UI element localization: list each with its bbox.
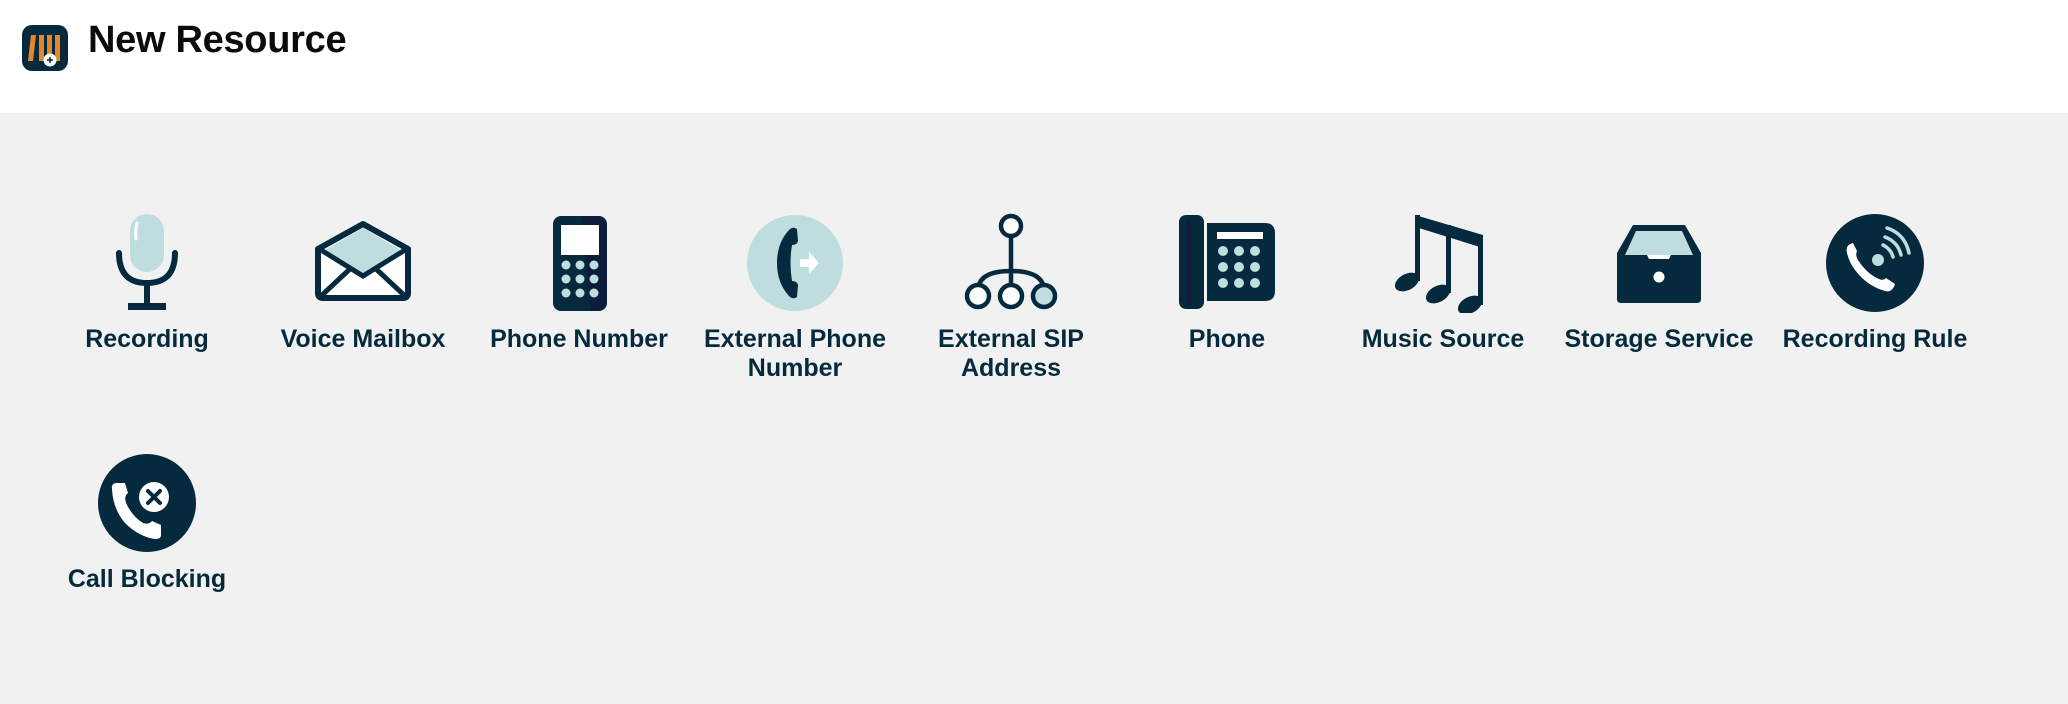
mobile-phone-icon <box>553 216 607 311</box>
desk-phone-icon <box>1179 215 1275 309</box>
page-header: New Resource <box>0 0 2068 113</box>
resource-label: Storage Service <box>1564 325 1754 353</box>
resource-tile-voice-mailbox[interactable]: Voice Mailbox <box>255 213 471 354</box>
resource-label: Voice Mailbox <box>280 325 446 353</box>
microphone-icon <box>116 214 178 310</box>
resource-label: External Phone Number <box>704 325 886 382</box>
resource-tile-music-source[interactable]: Music Source <box>1335 213 1551 354</box>
phone-forward-icon <box>747 215 843 311</box>
resource-label: Phone Number <box>490 325 668 353</box>
music-notes-icon <box>1394 215 1483 313</box>
resource-tile-external-sip-address[interactable]: External SIP Address <box>903 213 1119 383</box>
resource-label: Music Source <box>1361 325 1525 353</box>
resource-tile-call-blocking[interactable]: Call Blocking <box>39 453 255 594</box>
page-title: New Resource <box>88 19 347 61</box>
resource-label: External SIP Address <box>938 325 1084 382</box>
envelope-open-icon <box>315 221 411 301</box>
resource-tile-recording-rule[interactable]: Recording Rule <box>1767 213 1983 354</box>
resource-tile-storage-service[interactable]: Storage Service <box>1551 213 1767 354</box>
resource-grid: Recording Voice Mailbox Phone Number Ext… <box>39 113 2068 704</box>
resource-label: Call Blocking <box>67 565 227 593</box>
resource-tile-recording[interactable]: Recording <box>39 213 255 354</box>
phone-recording-icon <box>1826 214 1924 312</box>
call-blocking-icon <box>98 454 196 552</box>
resource-label: Recording <box>85 325 209 353</box>
storage-drawer-icon <box>1617 225 1701 303</box>
sip-tree-icon <box>964 213 1058 310</box>
resource-tile-external-phone-number[interactable]: External Phone Number <box>687 213 903 383</box>
resource-library-add-icon <box>22 25 68 71</box>
resource-tile-phone[interactable]: Phone <box>1119 213 1335 354</box>
resource-label: Recording Rule <box>1782 325 1968 353</box>
resource-tile-phone-number[interactable]: Phone Number <box>471 213 687 354</box>
resource-label: Phone <box>1188 325 1266 353</box>
